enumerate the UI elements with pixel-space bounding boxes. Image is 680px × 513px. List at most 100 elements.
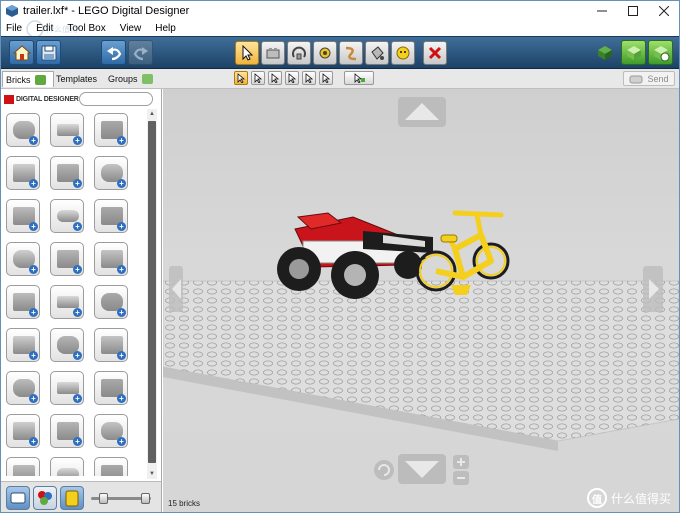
clone-icon <box>266 48 280 59</box>
hide-tool-button[interactable] <box>391 41 415 65</box>
add-brick-icon: + <box>117 394 126 403</box>
home-button[interactable] <box>9 40 34 65</box>
hinge-align-tool-button[interactable] <box>313 41 337 65</box>
brick-tile[interactable]: + <box>50 199 84 233</box>
rotate-left-arrow[interactable] <box>169 266 183 312</box>
3d-viewport[interactable] <box>163 89 679 512</box>
invert-selection-button[interactable] <box>344 71 374 85</box>
add-brick-icon: + <box>73 394 82 403</box>
tab-bricks[interactable]: Bricks <box>2 71 54 87</box>
zoom-in-button[interactable] <box>453 455 469 469</box>
brick-tile[interactable]: + <box>6 328 40 362</box>
brick-view-button[interactable] <box>6 486 30 510</box>
brick-tile[interactable]: + <box>6 156 40 190</box>
close-button[interactable] <box>648 1 679 20</box>
brick-tile[interactable]: + <box>6 199 40 233</box>
brick-thumbnail-icon <box>13 465 35 476</box>
scroll-thumb[interactable] <box>148 121 156 463</box>
brick-tile[interactable]: + <box>94 285 128 319</box>
minimize-button[interactable] <box>586 1 617 20</box>
menu-view[interactable]: View <box>120 23 142 34</box>
brick-tile[interactable]: + <box>50 113 84 147</box>
undo-button[interactable] <box>101 40 126 65</box>
brick-tile[interactable]: + <box>50 457 84 476</box>
view-mode-button[interactable] <box>621 40 646 65</box>
add-brick-icon: + <box>29 437 38 446</box>
window-controls <box>586 1 679 20</box>
brick-tile[interactable]: + <box>94 199 128 233</box>
brick-tile[interactable]: + <box>6 113 40 147</box>
brick-palette: DIGITAL DESIGNER + + + + + + + + + + + + + + + + + + + + + + +… <box>1 89 162 512</box>
color-palette-button[interactable] <box>33 486 57 510</box>
brick-tile[interactable]: + <box>50 156 84 190</box>
invert-selection-icon <box>354 73 365 83</box>
select-shape-icon <box>305 73 314 83</box>
brick-tile[interactable]: + <box>50 328 84 362</box>
brick-tile[interactable]: + <box>6 371 40 405</box>
select-connected-button[interactable] <box>268 71 282 85</box>
select-single-button[interactable] <box>234 71 248 85</box>
menu-file[interactable]: File <box>6 23 22 34</box>
build-mode-icon <box>598 46 612 60</box>
scroll-down-icon[interactable]: ▼ <box>148 470 156 478</box>
select-color-shape-button[interactable] <box>319 71 333 85</box>
clone-tool-button[interactable] <box>261 41 285 65</box>
palette-scrollbar[interactable]: ▲ ▼ <box>147 109 157 479</box>
zoom-out-button[interactable] <box>453 471 469 485</box>
brick-tile[interactable]: + <box>6 285 40 319</box>
select-color-shape-icon <box>322 73 331 83</box>
maximize-button[interactable] <box>617 1 648 20</box>
brick-tile[interactable]: + <box>50 285 84 319</box>
select-connected-icon <box>271 73 280 83</box>
brick-tile[interactable]: + <box>50 371 84 405</box>
hinge-align-icon <box>319 47 331 59</box>
flex-tool-button[interactable] <box>339 41 363 65</box>
brick-tile[interactable]: + <box>94 113 128 147</box>
select-tool-button[interactable] <box>235 41 259 65</box>
reset-view-button[interactable] <box>374 460 394 480</box>
brick-tile[interactable]: + <box>94 457 128 476</box>
redo-button[interactable] <box>128 40 153 65</box>
tab-groups[interactable]: Groups <box>105 71 157 87</box>
menu-help[interactable]: Help <box>155 23 176 34</box>
scroll-up-icon[interactable]: ▲ <box>148 110 156 118</box>
brick-tile[interactable]: + <box>50 414 84 448</box>
brick-tile[interactable]: + <box>94 328 128 362</box>
paint-tool-button[interactable] <box>365 41 389 65</box>
brick-tile[interactable]: + <box>94 371 128 405</box>
add-brick-icon: + <box>73 222 82 231</box>
brick-tile[interactable]: + <box>6 414 40 448</box>
hinge-icon <box>292 46 306 60</box>
zoom-slider[interactable] <box>91 493 151 504</box>
rotate-right-arrow[interactable] <box>643 266 663 312</box>
maximize-icon <box>627 5 638 16</box>
brick-search-input[interactable] <box>79 92 153 106</box>
save-button[interactable] <box>36 40 61 65</box>
watermark-badge-icon: 值 <box>586 488 607 508</box>
add-brick-icon: + <box>117 308 126 317</box>
brick-thumbnail-icon <box>57 382 79 394</box>
brick-tile[interactable]: + <box>50 242 84 276</box>
brick-thumbnail-icon <box>57 210 79 222</box>
build-mode-button[interactable] <box>596 44 614 62</box>
select-multiple-button[interactable] <box>251 71 265 85</box>
select-color-button[interactable] <box>285 71 299 85</box>
rotate-up-arrow[interactable] <box>398 97 446 127</box>
select-shape-button[interactable] <box>302 71 316 85</box>
brick-tile[interactable]: + <box>94 414 128 448</box>
rotate-down-arrow[interactable] <box>398 454 446 484</box>
building-guide-mode-button[interactable] <box>648 40 673 65</box>
brick-tile[interactable]: + <box>94 156 128 190</box>
tab-templates[interactable]: Templates <box>53 71 103 87</box>
hinge-tool-button[interactable] <box>287 41 311 65</box>
add-brick-icon: + <box>117 179 126 188</box>
send-button[interactable]: Send <box>623 71 675 86</box>
app-icon <box>6 4 18 17</box>
zoom-slider-knob[interactable] <box>99 493 108 504</box>
brick-tile[interactable]: + <box>94 242 128 276</box>
zoom-slider-knob-max[interactable] <box>141 493 150 504</box>
brick-tile[interactable]: + <box>6 242 40 276</box>
delete-tool-button[interactable] <box>423 41 447 65</box>
brick-tile[interactable]: + <box>6 457 40 476</box>
minifig-button[interactable] <box>60 486 84 510</box>
